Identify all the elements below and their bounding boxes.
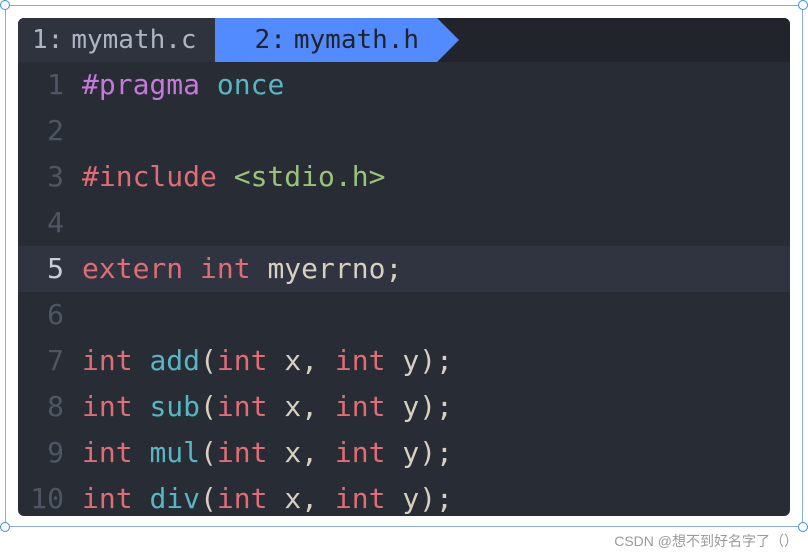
code-line[interactable]: 9 int mul(int x, int y);	[18, 430, 790, 476]
code-text: int add(int x, int y);	[82, 338, 453, 384]
code-line[interactable]: 7 int add(int x, int y);	[18, 338, 790, 384]
code-line[interactable]: 3 #include <stdio.h>	[18, 154, 790, 200]
code-line[interactable]: 10 int div(int x, int y);	[18, 476, 790, 516]
code-line-current[interactable]: 5 extern int myerrno;	[18, 246, 790, 292]
selection-handle-top-left[interactable]	[0, 0, 10, 10]
code-text: #pragma once	[82, 62, 284, 108]
tab-bar: 1: mymath.c 2: mymath.h	[18, 18, 790, 62]
code-line[interactable]: 2	[18, 108, 790, 154]
code-text: #include <stdio.h>	[82, 154, 385, 200]
tab-mymath-c[interactable]: 1: mymath.c	[18, 18, 215, 62]
tab-filename: mymath.h	[294, 25, 419, 55]
code-text: int div(int x, int y);	[82, 476, 453, 516]
code-area[interactable]: 1 #pragma once 2 3 #include <stdio.h> 4 …	[18, 62, 790, 516]
tab-number: 2:	[255, 25, 286, 55]
tab-number: 1:	[32, 25, 63, 55]
selection-handle-top-right[interactable]	[798, 0, 808, 10]
code-line[interactable]: 1 #pragma once	[18, 62, 790, 108]
selection-handle-bottom-left[interactable]	[0, 522, 10, 532]
line-number: 3	[18, 154, 82, 200]
line-number: 9	[18, 430, 82, 476]
code-text: int sub(int x, int y);	[82, 384, 453, 430]
code-line[interactable]: 8 int sub(int x, int y);	[18, 384, 790, 430]
line-number: 4	[18, 200, 82, 246]
line-number: 1	[18, 62, 82, 108]
watermark-text: CSDN @想不到好名字了（）	[614, 531, 798, 551]
tab-mymath-h[interactable]: 2: mymath.h	[215, 18, 438, 62]
code-editor: 1: mymath.c 2: mymath.h 1 #pragma once 2…	[18, 18, 790, 516]
line-number: 2	[18, 108, 82, 154]
line-number: 8	[18, 384, 82, 430]
tab-filename: mymath.c	[71, 25, 196, 55]
code-line[interactable]: 6	[18, 292, 790, 338]
code-line[interactable]: 4	[18, 200, 790, 246]
line-number: 10	[18, 476, 82, 516]
line-number: 7	[18, 338, 82, 384]
code-text: extern int myerrno;	[82, 246, 402, 292]
code-text: int mul(int x, int y);	[82, 430, 453, 476]
line-number: 5	[18, 246, 82, 292]
selection-frame: 1: mymath.c 2: mymath.h 1 #pragma once 2…	[5, 5, 803, 527]
line-number: 6	[18, 292, 82, 338]
selection-handle-bottom-right[interactable]	[798, 522, 808, 532]
